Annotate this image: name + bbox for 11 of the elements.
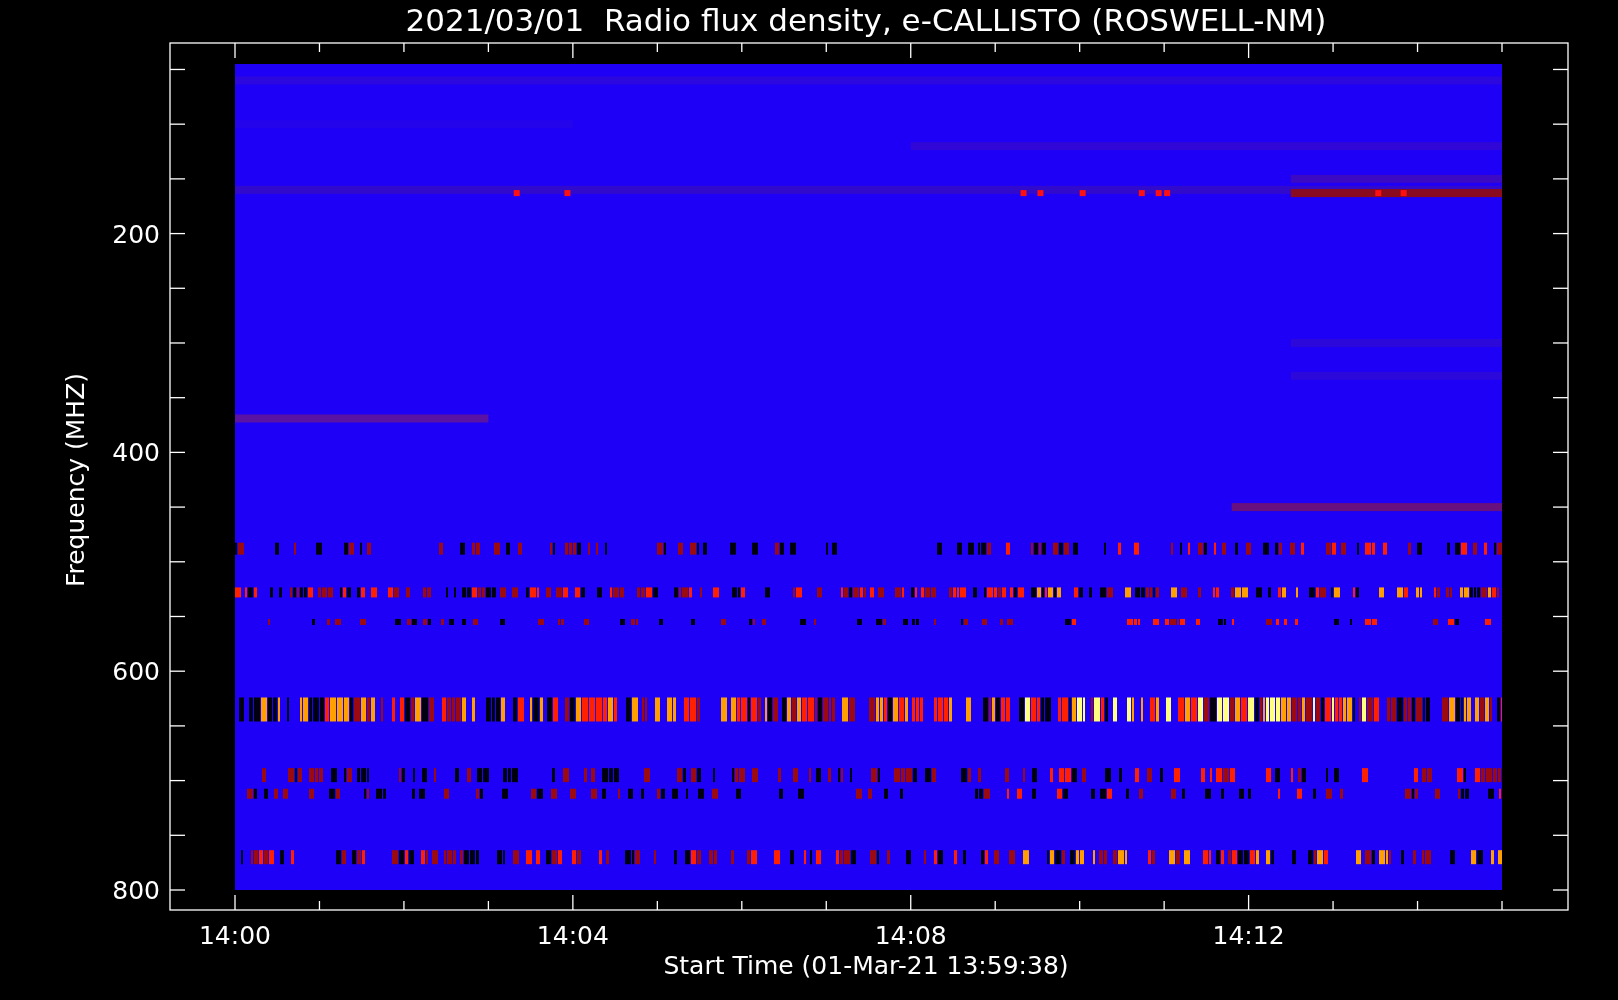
x-axis-label: Start Time (01-Mar-21 13:59:38)	[663, 951, 1069, 980]
y-tick-label: 200	[112, 219, 160, 249]
y-tick-label: 800	[112, 876, 160, 905]
x-tick-label: 14:00	[199, 921, 271, 950]
y-axis-label: Frequency (MHZ)	[61, 372, 90, 588]
y-tick-label: 600	[112, 657, 160, 687]
x-tick-label: 14:12	[1212, 921, 1285, 950]
plot-title: 2021/03/01 Radio flux density, e-CALLISTO (ROSWELL-NM)	[405, 2, 1327, 38]
y-tick-label: 400	[112, 438, 160, 468]
x-tick-label: 14:04	[536, 921, 609, 950]
x-tick-label: 14:08	[874, 921, 947, 950]
